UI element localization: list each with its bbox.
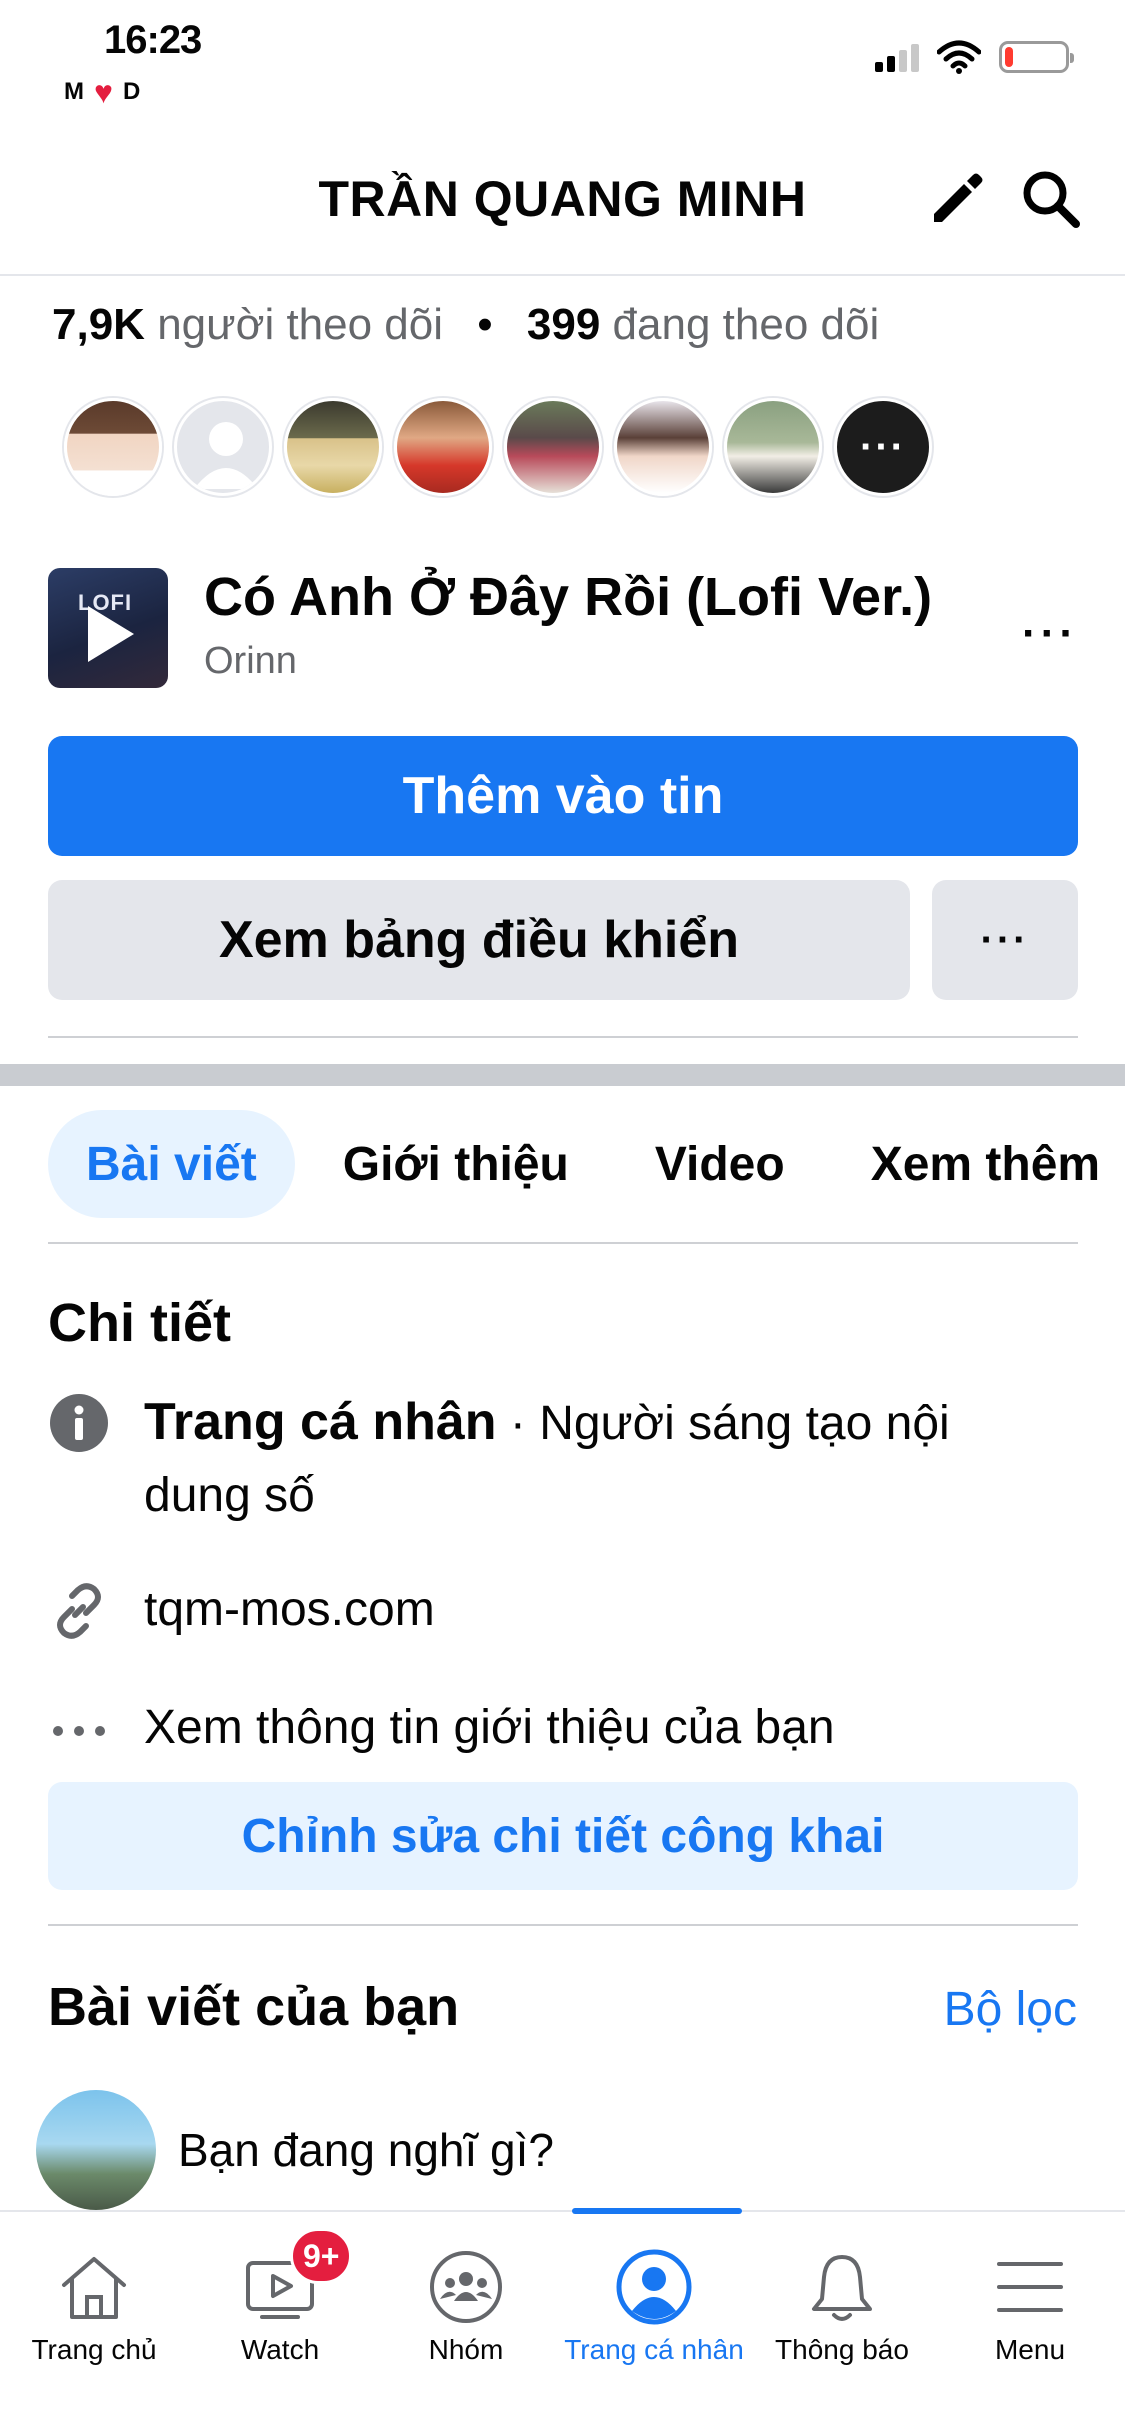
bell-icon	[797, 2242, 887, 2332]
follower-avatar[interactable]	[394, 398, 492, 496]
info-icon	[48, 1392, 110, 1454]
nav-menu-label: Menu	[994, 2334, 1066, 2365]
follower-avatar[interactable]	[64, 398, 162, 496]
see-about-text: Xem thông tin giới thiệu của bạn	[144, 1701, 835, 1754]
detail-profile-type: Trang cá nhân · Người sáng tạo nội dung …	[48, 1392, 1078, 1542]
nav-profile[interactable]: Trang cá nhân	[560, 2212, 748, 2436]
music-title: Có Anh Ở Đây Rồi (Lofi Ver.)	[204, 567, 933, 627]
pencil-icon	[934, 173, 983, 222]
status-indicators	[875, 40, 1074, 74]
more-followers-label: ···	[860, 424, 906, 469]
music-more-button[interactable]: ···	[1022, 612, 1078, 656]
profile-more-button[interactable]: ···	[932, 880, 1078, 1000]
heart-icon: ♥	[94, 74, 113, 110]
edit-public-details-button[interactable]: Chỉnh sửa chi tiết công khai	[48, 1782, 1078, 1890]
nav-notifications-label: Thông báo	[775, 2334, 909, 2365]
avatar[interactable]	[36, 2090, 156, 2210]
home-icon	[49, 2242, 139, 2332]
website-link[interactable]: tqm-mos.com	[144, 1574, 1038, 1646]
profile-type-text: Trang cá nhân · Người sáng tạo nội dung …	[144, 1386, 1038, 1532]
menu-icon	[985, 2242, 1075, 2332]
following-count: 399	[526, 300, 601, 349]
tab-video[interactable]: Video	[617, 1110, 823, 1218]
profile-tabs: Bài viết Giới thiệu Video Xem thêm	[48, 1110, 1125, 1218]
details-title: Chi tiết	[48, 1293, 231, 1353]
active-tab-indicator	[572, 2208, 742, 2214]
watch-badge: 9+	[290, 2228, 353, 2284]
following-label: đang theo dõi	[612, 300, 880, 349]
followers-count: 7,9K	[52, 300, 145, 349]
nav-profile-label: Trang cá nhân	[564, 2334, 744, 2365]
nav-watch-label: Watch	[240, 2334, 320, 2365]
carrier-right: D	[123, 78, 141, 105]
default-avatar-icon	[194, 422, 258, 489]
battery-level	[1005, 47, 1013, 67]
follower-avatar[interactable]	[724, 398, 822, 496]
add-to-story-button[interactable]: Thêm vào tin	[48, 736, 1078, 856]
follower-avatar[interactable]	[284, 398, 382, 496]
nav-groups[interactable]: Nhóm	[372, 2212, 560, 2436]
groups-icon	[421, 2242, 511, 2332]
more-dots-icon	[48, 1700, 110, 1762]
more-followers-button[interactable]: ···	[834, 398, 932, 496]
section-divider	[0, 1064, 1125, 1086]
profile-icon	[609, 2242, 699, 2332]
nav-home[interactable]: Trang chủ	[0, 2212, 188, 2436]
music-play-button[interactable]: LOFI	[48, 568, 168, 688]
music-artist: Orinn	[204, 640, 297, 682]
status-time: 16:23	[104, 18, 202, 62]
detail-see-about[interactable]: Xem thông tin giới thiệu của bạn	[48, 1700, 1078, 1772]
profile-music[interactable]: LOFI Có Anh Ở Đây Rồi (Lofi Ver.) Orinn …	[48, 566, 1078, 690]
status-carrier-label: M ♥ D	[64, 76, 140, 108]
link-icon	[48, 1580, 110, 1642]
detail-website: tqm-mos.com	[48, 1580, 1078, 1652]
search-icon	[1023, 171, 1080, 228]
nav-groups-label: Nhóm	[428, 2334, 504, 2365]
follower-avatar[interactable]	[504, 398, 602, 496]
nav-notifications[interactable]: Thông báo	[748, 2212, 936, 2436]
tab-about[interactable]: Giới thiệu	[305, 1110, 607, 1218]
nav-menu[interactable]: Menu	[936, 2212, 1124, 2436]
status-bar: 16:23 M ♥ D	[0, 0, 1125, 120]
tab-posts[interactable]: Bài viết	[48, 1110, 295, 1218]
carrier-left: M	[64, 78, 84, 105]
follow-stats[interactable]: 7,9K người theo dõi • 399 đang theo dõi	[52, 300, 879, 350]
view-dashboard-button[interactable]: Xem bảng điều khiển	[48, 880, 910, 1000]
divider	[48, 1242, 1078, 1244]
battery-icon	[999, 41, 1074, 73]
bottom-nav: Trang chủ 9+ Watch Nhóm Trang cá nhân Th…	[0, 2210, 1125, 2436]
stats-separator: •	[477, 300, 493, 349]
profile-type-label: Trang cá nhân	[144, 1393, 497, 1451]
filter-button[interactable]: Bộ lọc	[944, 1982, 1077, 2037]
followers-label: người theo dõi	[157, 300, 444, 349]
divider	[48, 1036, 1078, 1038]
composer-placeholder: Bạn đang nghĩ gì?	[178, 2124, 554, 2176]
wifi-icon	[937, 40, 981, 74]
nav-home-label: Trang chủ	[31, 2334, 157, 2365]
signal-icon	[875, 42, 919, 72]
tab-see-more[interactable]: Xem thêm	[833, 1110, 1125, 1218]
post-composer[interactable]: Bạn đang nghĩ gì?	[36, 2090, 554, 2210]
search-button[interactable]	[1016, 164, 1086, 234]
nav-watch[interactable]: 9+ Watch	[186, 2212, 374, 2436]
follower-avatars: ···	[64, 398, 932, 496]
follower-avatar[interactable]	[614, 398, 712, 496]
edit-profile-button[interactable]	[922, 164, 992, 234]
divider	[48, 1924, 1078, 1926]
profile-header: TRẦN QUANG MINH	[0, 130, 1125, 276]
follower-avatar[interactable]	[174, 398, 272, 496]
play-icon	[88, 606, 134, 662]
posts-title: Bài viết của bạn	[48, 1977, 460, 2037]
